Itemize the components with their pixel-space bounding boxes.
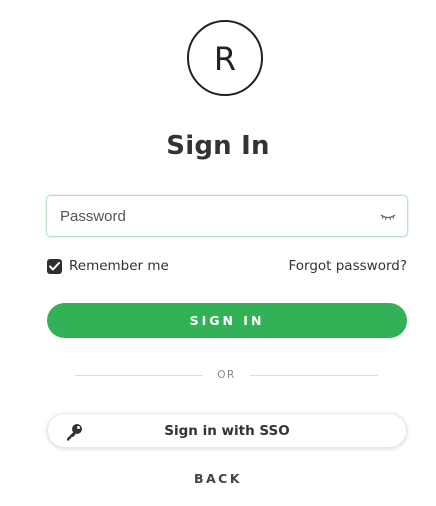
key-icon [64,422,84,442]
password-input[interactable] [47,196,407,236]
sign-in-button[interactable]: SIGN IN [47,303,407,338]
forgot-password-link[interactable]: Forgot password? [288,257,407,275]
divider-line-left [75,374,204,376]
remember-me[interactable]: Remember me [47,257,169,275]
page-title: Sign In [166,131,270,161]
password-field [46,195,408,237]
divider-line-right [249,374,378,376]
sso-button-label: Sign in with SSO [164,422,290,439]
back-link-label[interactable]: BACK [194,471,242,486]
back-button[interactable]: BACK [0,471,436,486]
logo: R [187,20,263,96]
eye-closed-icon[interactable] [379,208,397,224]
remember-me-label: Remember me [69,258,169,274]
remember-me-checkbox[interactable] [47,258,62,274]
divider-text: OR [217,369,236,381]
or-divider: OR [75,366,378,384]
logo-letter: R [213,40,237,78]
checkmark-icon [49,261,60,270]
sso-sign-in-button[interactable]: Sign in with SSO [47,413,407,448]
